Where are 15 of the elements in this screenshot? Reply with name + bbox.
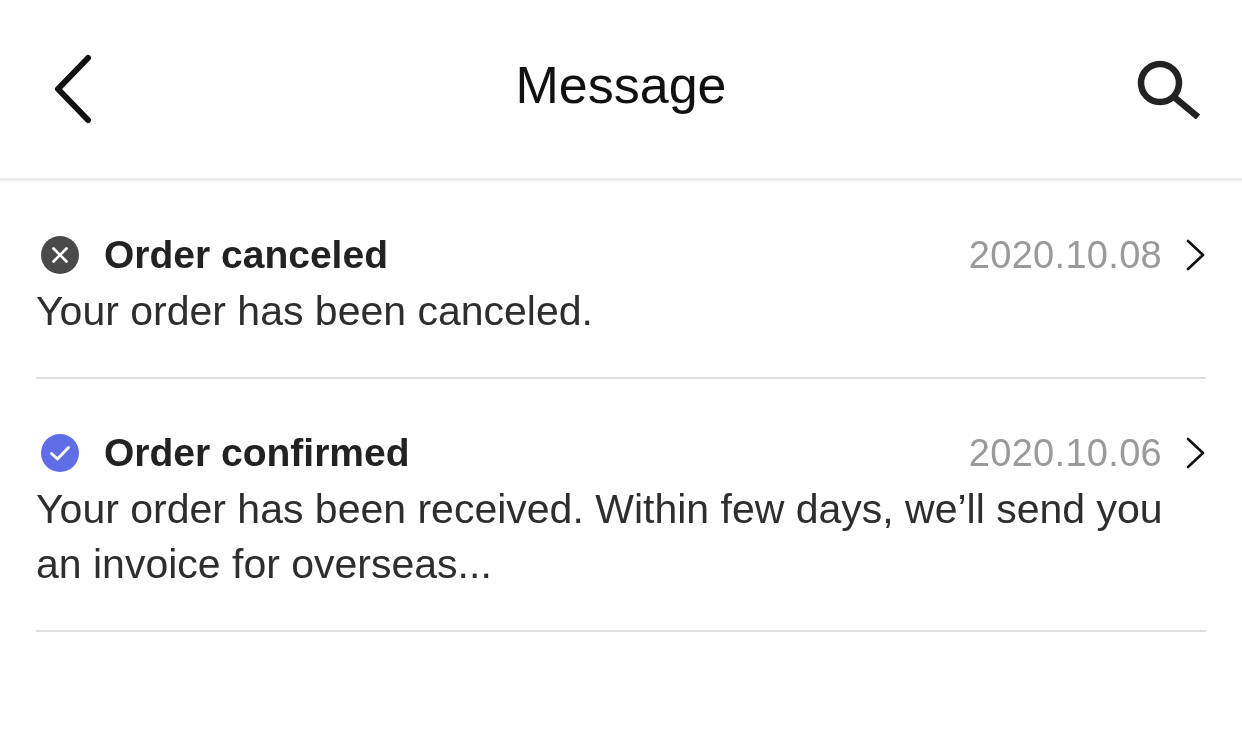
back-button[interactable] bbox=[53, 54, 93, 124]
message-title: Order confirmed bbox=[104, 431, 410, 475]
message-date: 2020.10.06 bbox=[968, 431, 1162, 475]
message-item[interactable]: Order confirmed 2020.10.06 Your order has been received. Within few days, we’ll send you an invoice for overseas... bbox=[36, 379, 1206, 632]
message-text: Your order has been received. Within few days, we’ll send you an invoice for overseas... bbox=[36, 485, 1164, 589]
chevron-left-icon bbox=[53, 54, 93, 124]
search-icon bbox=[1136, 59, 1202, 119]
message-date: 2020.10.08 bbox=[968, 233, 1162, 277]
message-title: Order canceled bbox=[104, 233, 388, 277]
search-button[interactable] bbox=[1136, 59, 1202, 119]
message-item[interactable]: Order canceled 2020.10.08 Your order has been canceled. bbox=[36, 181, 1206, 379]
chevron-right-icon bbox=[1186, 437, 1205, 469]
chevron-right-icon bbox=[1186, 239, 1205, 271]
page-title: Message bbox=[515, 55, 727, 115]
message-text: Your order has been canceled. bbox=[36, 287, 594, 336]
